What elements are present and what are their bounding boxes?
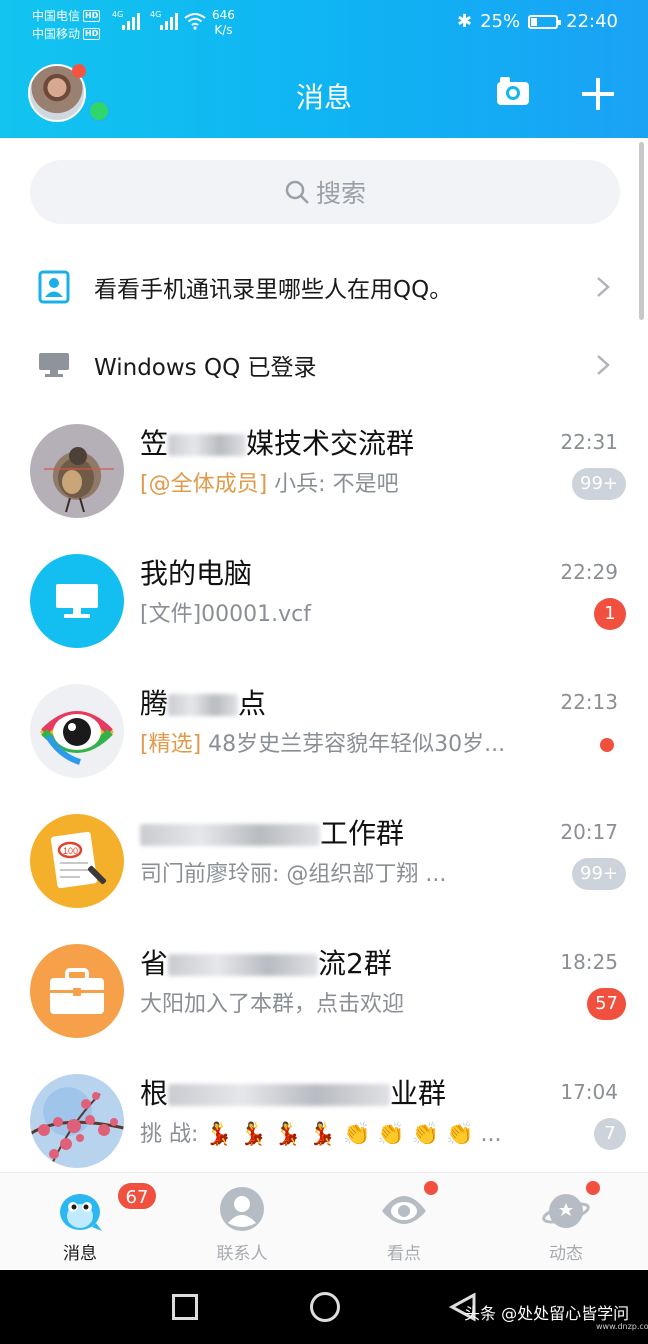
blossom-group-avatar: [30, 1074, 124, 1168]
contact-card-icon: [38, 270, 70, 304]
chat-preview: [文件]00001.vcf: [140, 602, 312, 627]
blurred-text: [140, 824, 320, 846]
chat-item[interactable]: 腾点 [精选] 48岁史兰芽容貌年轻似30岁... 22:13: [0, 670, 636, 800]
notice-windows-login[interactable]: Windows QQ 已登录: [0, 326, 636, 404]
clock: 22:40: [566, 11, 618, 32]
chat-time: 22:13: [560, 690, 618, 714]
blurred-text: [168, 1084, 391, 1106]
chat-name: 根业群: [140, 1077, 447, 1110]
chat-item[interactable]: 省流2群 大阳加入了本群，点击欢迎 18:25 57: [0, 930, 636, 1060]
chat-preview: 大阳加入了本群，点击欢迎: [140, 992, 405, 1017]
chat-item[interactable]: 笠媒技术交流群 [@全体成员] 小兵: 不是吧 22:31 99+: [0, 410, 636, 540]
tab-label: 消息: [63, 1244, 97, 1264]
chat-preview: 挑 战: 💃 💃 💃 💃 👏 👏 👏 👏 ...: [140, 1122, 502, 1147]
work-group-avatar: 100: [30, 814, 124, 908]
hd-badge-1: HD: [83, 10, 101, 22]
tab-kandian[interactable]: 看点: [344, 1173, 464, 1271]
watermark: 头条 @处处留心皆学问: [464, 1304, 630, 1323]
search-icon: [285, 180, 309, 204]
search-bar[interactable]: 搜索: [30, 160, 620, 224]
recents-button[interactable]: [172, 1294, 198, 1320]
tab-messages[interactable]: 67 消息: [20, 1173, 158, 1271]
chat-preview: 司门前廖玲丽: @组织部丁翔 ...: [140, 862, 447, 887]
chat-time: 20:17: [560, 820, 618, 844]
search-placeholder: 搜索: [315, 179, 366, 208]
chevron-right-icon: [597, 277, 610, 297]
bluetooth-icon: ✱: [457, 11, 473, 32]
chat-item[interactable]: 根业群 挑 战: 💃 💃 💃 💃 👏 👏 👏 👏 ... 17:04 7: [0, 1060, 636, 1190]
unread-badge: 99+: [572, 468, 626, 500]
chat-item[interactable]: 我的电脑 [文件]00001.vcf 22:29 1: [0, 540, 636, 670]
unread-badge: 7: [594, 1118, 626, 1150]
chat-time: 17:04: [560, 1080, 618, 1104]
battery-icon: [528, 14, 562, 29]
tab-notification-dot: [586, 1181, 600, 1195]
svg-text:100: 100: [63, 846, 78, 856]
penguin-icon: [60, 1194, 102, 1231]
status-bar-right: ✱ 25% 22:40: [457, 11, 618, 32]
status-bar-carriers: 中国电信 HD 中国移动 HD: [32, 7, 101, 43]
notice-contacts-text: 看看手机通讯录里哪些人在用QQ。: [94, 277, 453, 303]
tab-label: 看点: [387, 1244, 421, 1264]
tab-feed[interactable]: 动态: [506, 1173, 626, 1271]
briefcase-icon: [50, 968, 104, 1014]
exchange-group-avatar: [30, 944, 124, 1038]
monitor-icon: [56, 584, 98, 618]
unread-dot: [600, 738, 614, 752]
chat-time: 22:29: [560, 560, 618, 584]
eye-icon: [382, 1196, 426, 1224]
tab-notification-dot: [424, 1181, 438, 1195]
carrier-2: 中国移动: [32, 27, 81, 41]
notice-contacts[interactable]: 看看手机通讯录里哪些人在用QQ。: [0, 248, 636, 326]
unread-badge: 99+: [572, 858, 626, 890]
wifi-icon: [184, 13, 206, 30]
signal-2-icon: 4G: [150, 10, 178, 30]
eye-logo-icon: [40, 711, 114, 765]
chat-name: 腾点: [140, 687, 267, 720]
chat-name: 笠媒技术交流群: [140, 427, 415, 460]
planet-icon: [542, 1194, 590, 1228]
home-button[interactable]: [310, 1292, 340, 1322]
chat-time: 18:25: [560, 950, 618, 974]
chevron-right-icon: [597, 355, 610, 375]
blurred-text: [168, 694, 239, 716]
tab-label: 动态: [549, 1244, 583, 1264]
my-computer-avatar: [30, 554, 124, 648]
carrier-1: 中国电信: [32, 9, 81, 23]
chat-name: 工作群: [140, 812, 404, 852]
blurred-text: [168, 954, 319, 976]
top-header: 中国电信 HD 中国移动 HD 4G 4G 646 K/s ✱ 25% 22:40 …: [0, 0, 648, 138]
net-speed: 646 K/s: [212, 8, 235, 37]
signal-1-icon: 4G: [112, 10, 140, 30]
chat-preview: [@全体成员] 小兵: 不是吧: [140, 472, 399, 497]
notice-windows-text: Windows QQ 已登录: [94, 355, 317, 381]
hd-badge-2: HD: [83, 28, 101, 40]
tab-unread-badge: 67: [116, 1181, 158, 1211]
group-avatar-bird: [30, 424, 124, 518]
watermark-site: www.dnzp.com: [596, 1322, 648, 1331]
page-title: 消息: [295, 81, 352, 114]
plus-icon[interactable]: [580, 76, 616, 112]
chat-time: 22:31: [560, 430, 618, 454]
chat-name: 省流2群: [140, 947, 392, 980]
bottom-tab-bar: 67 消息 联系人 看点 动态: [0, 1172, 648, 1270]
chat-item[interactable]: 100 工作群 司门前廖玲丽: @组织部丁翔 ... 20:17 99+: [0, 800, 636, 930]
blurred-text: [168, 434, 247, 456]
kandian-avatar: [30, 684, 124, 778]
report-card-icon: 100: [50, 831, 107, 889]
chat-preview: [精选] 48岁史兰芽容貌年轻似30岁...: [140, 732, 506, 757]
tab-contacts[interactable]: 联系人: [182, 1173, 302, 1271]
battery-percent: 25%: [480, 11, 521, 32]
person-icon: [220, 1187, 264, 1231]
unread-badge: 57: [587, 988, 626, 1020]
monitor-icon: [39, 353, 69, 377]
chat-name: 我的电脑: [140, 557, 253, 590]
camera-icon[interactable]: [496, 76, 530, 106]
unread-badge: 1: [594, 598, 626, 630]
scrollbar[interactable]: [639, 142, 644, 320]
tab-label: 联系人: [216, 1244, 268, 1264]
